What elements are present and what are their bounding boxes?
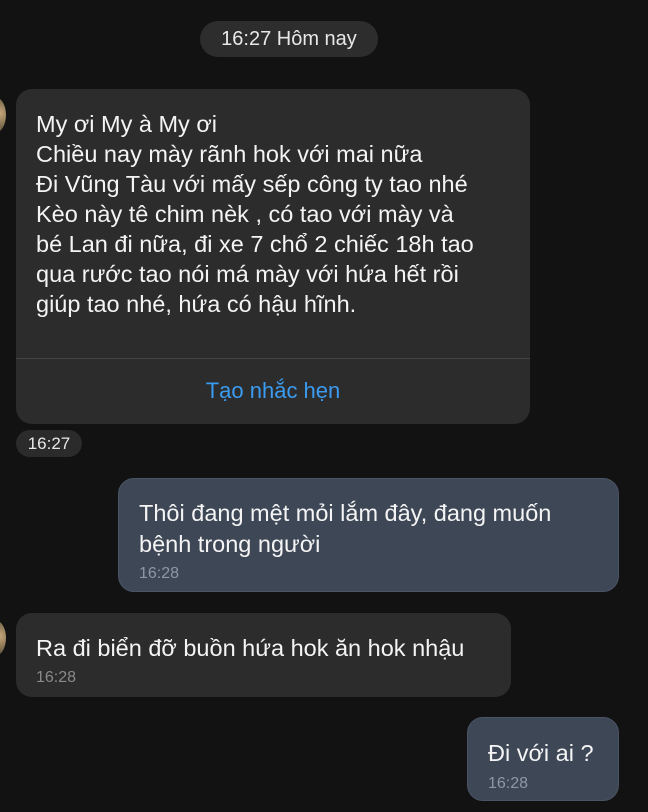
- message-line: Chiều nay mày rãnh hok với mai nữa: [36, 141, 423, 167]
- date-separator: 16:27 Hôm nay: [200, 21, 378, 57]
- message-text: Đi với ai ?: [488, 740, 594, 766]
- message-line: bệnh trong người: [139, 531, 321, 557]
- create-reminder-button[interactable]: Tạo nhắc hẹn: [16, 359, 530, 424]
- message-bubble-incoming[interactable]: Ra đi biển đỡ buồn hứa hok ăn hok nhậu 1…: [16, 613, 511, 697]
- message-text: My ơi My à My ơi Chiều nay mày rãnh hok …: [36, 109, 516, 319]
- message-bubble-incoming[interactable]: My ơi My à My ơi Chiều nay mày rãnh hok …: [16, 89, 530, 424]
- message-line: bé Lan đi nữa, đi xe 7 chổ 2 chiếc 18h t…: [36, 231, 474, 257]
- message-timestamp: 16:28: [488, 775, 529, 792]
- message-text: Ra đi biển đỡ buồn hứa hok ăn hok nhậu: [36, 635, 465, 661]
- message-line: Đi Vũng Tàu với mấy sếp công ty tao nhé: [36, 171, 468, 197]
- message-line: My ơi My à My ơi: [36, 111, 217, 137]
- message-timestamp: 16:28: [139, 565, 180, 582]
- message-timestamp: 16:28: [36, 669, 77, 686]
- message-line: Kèo này tê chim nèk , có tao với mày và: [36, 201, 454, 227]
- sender-avatar[interactable]: [0, 620, 6, 656]
- message-bubble-outgoing[interactable]: Thôi đang mệt mỏi lắm đây, đang muốn bện…: [118, 478, 619, 592]
- message-text: Thôi đang mệt mỏi lắm đây, đang muốn bện…: [139, 498, 551, 560]
- message-line: Thôi đang mệt mỏi lắm đây, đang muốn: [139, 500, 552, 526]
- message-timestamp: 16:27: [16, 430, 82, 457]
- sender-avatar[interactable]: [0, 97, 6, 133]
- message-line: qua rước tao nói má mày với hứa hết rồi: [36, 261, 459, 287]
- message-line: giúp tao nhé, hứa có hậu hĩnh.: [36, 291, 357, 317]
- message-bubble-outgoing[interactable]: Đi với ai ? 16:28: [467, 717, 619, 801]
